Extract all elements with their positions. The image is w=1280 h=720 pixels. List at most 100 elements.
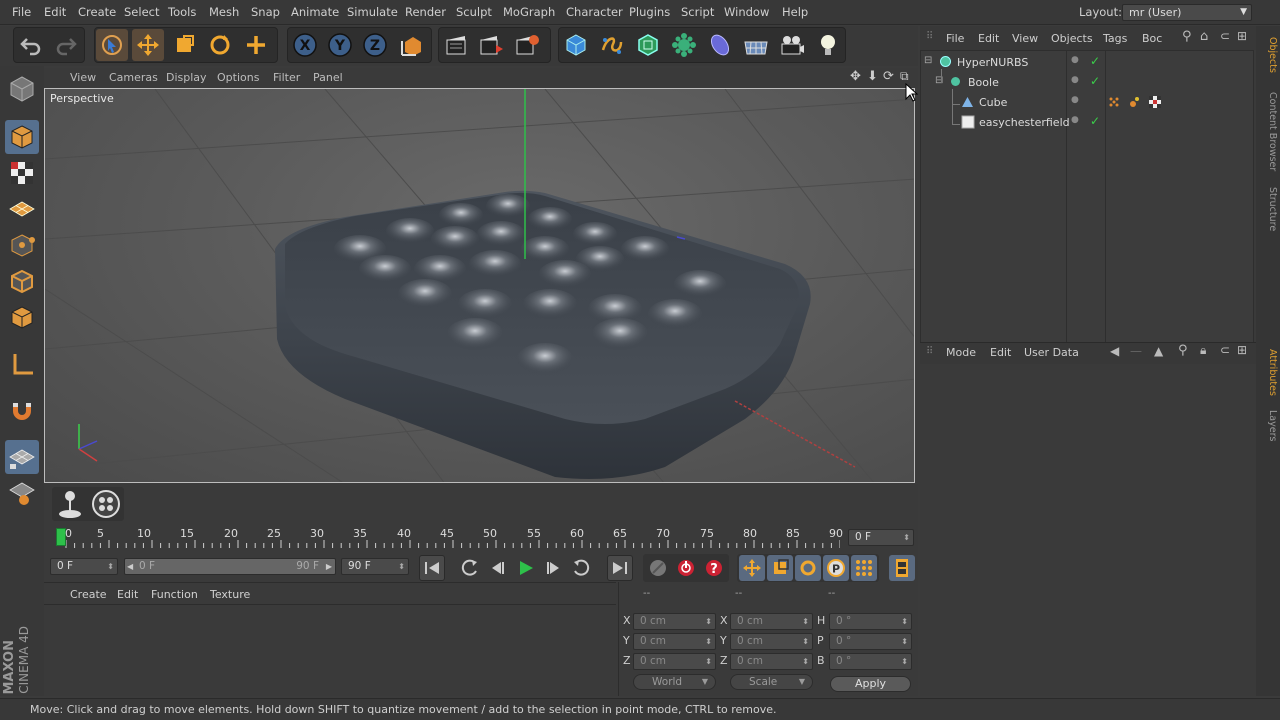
cube-primitive-icon[interactable] bbox=[560, 29, 592, 61]
collapse-icon[interactable]: ⊟ bbox=[924, 55, 932, 66]
key-point-level-icon[interactable] bbox=[851, 555, 877, 581]
viewport-menu-filter[interactable]: Filter bbox=[273, 71, 300, 84]
move-view-icon[interactable]: ✥ bbox=[850, 69, 861, 84]
key-scale-icon[interactable] bbox=[767, 555, 793, 581]
axis-mode-icon[interactable] bbox=[5, 348, 39, 382]
model-mode-icon[interactable] bbox=[5, 120, 39, 154]
texture-mode-icon[interactable] bbox=[5, 156, 39, 190]
previous-frame-icon[interactable] bbox=[484, 555, 510, 581]
key-position-icon[interactable] bbox=[739, 555, 765, 581]
workplane-mode-icon[interactable] bbox=[5, 192, 39, 226]
visibility-dots-icon[interactable]: ● bbox=[1071, 95, 1079, 105]
objects-menu-bookmarks[interactable]: Boc bbox=[1142, 32, 1162, 45]
material-menu-edit[interactable]: Edit bbox=[117, 588, 138, 601]
joystick-icon[interactable] bbox=[54, 487, 86, 521]
cloner-icon[interactable] bbox=[668, 29, 700, 61]
back-arrow-icon[interactable]: ◀ bbox=[1110, 344, 1119, 358]
rotate-tool-icon[interactable] bbox=[204, 29, 236, 61]
camera-icon[interactable] bbox=[776, 29, 808, 61]
z-axis-lock-icon[interactable]: Z bbox=[359, 29, 391, 61]
layout-select[interactable]: mr (User) ▼ bbox=[1122, 4, 1252, 21]
tab-content-browser[interactable]: Content Browser bbox=[1258, 82, 1278, 182]
new-panel-icon[interactable]: ⊞ bbox=[1237, 29, 1247, 43]
frame-range-slider[interactable]: ◀ 0 F 90 F ▶ bbox=[124, 558, 336, 575]
zoom-view-icon[interactable]: ⬇ bbox=[867, 69, 878, 84]
menu-simulate[interactable]: Simulate bbox=[347, 5, 398, 19]
undo-icon[interactable] bbox=[15, 29, 47, 61]
up-arrow-icon[interactable]: ▲ bbox=[1154, 344, 1163, 358]
maximize-view-icon[interactable]: ⧉ bbox=[900, 69, 909, 84]
subdivision-surface-icon[interactable] bbox=[632, 29, 664, 61]
material-menu-texture[interactable]: Texture bbox=[210, 588, 250, 601]
menu-select[interactable]: Select bbox=[124, 5, 159, 19]
visibility-dots-icon[interactable]: ● bbox=[1071, 55, 1079, 65]
size-y-field[interactable]: 0 cm ⬍ bbox=[730, 633, 813, 650]
position-y-field[interactable]: 0 cm ⬍ bbox=[633, 633, 716, 650]
snap-magnet-icon[interactable] bbox=[5, 394, 39, 428]
size-z-field[interactable]: 0 cm ⬍ bbox=[730, 653, 813, 670]
object-row-easychesterfield[interactable]: easychesterfield ● ✓ bbox=[921, 114, 1255, 133]
edges-mode-icon[interactable] bbox=[5, 264, 39, 298]
current-frame-field[interactable]: 0 F ⬍ bbox=[848, 529, 914, 546]
object-row-hypernurbs[interactable]: ⊟ HyperNURBS ● ✓ bbox=[921, 54, 1255, 73]
attributes-menu-user-data[interactable]: User Data bbox=[1024, 346, 1079, 359]
add-tool-icon[interactable] bbox=[240, 29, 272, 61]
move-tool-icon[interactable] bbox=[132, 29, 164, 61]
floor-environment-icon[interactable] bbox=[740, 29, 772, 61]
rotation-h-field[interactable]: 0 ° ⬍ bbox=[829, 613, 912, 630]
objects-menu-view[interactable]: View bbox=[1012, 32, 1038, 45]
render-settings-icon[interactable] bbox=[511, 29, 543, 61]
redo-icon[interactable] bbox=[50, 29, 82, 61]
polygons-mode-icon[interactable] bbox=[5, 300, 39, 334]
go-to-end-icon[interactable] bbox=[607, 555, 633, 581]
menu-create[interactable]: Create bbox=[78, 5, 116, 19]
menu-render[interactable]: Render bbox=[405, 5, 446, 19]
viewport-menu-options[interactable]: Options bbox=[217, 71, 259, 84]
enabled-check-icon[interactable]: ✓ bbox=[1090, 114, 1100, 128]
material-menu-create[interactable]: Create bbox=[70, 588, 107, 601]
make-editable-icon[interactable] bbox=[5, 72, 39, 106]
menu-mograph[interactable]: MoGraph bbox=[503, 5, 555, 19]
objects-menu-edit[interactable]: Edit bbox=[978, 32, 999, 45]
tab-objects[interactable]: Objects bbox=[1258, 30, 1278, 80]
collapse-icon[interactable]: ⊟ bbox=[935, 75, 943, 86]
menu-file[interactable]: File bbox=[12, 5, 31, 19]
menu-window[interactable]: Window bbox=[724, 5, 769, 19]
render-to-picture-viewer-icon[interactable] bbox=[475, 29, 507, 61]
motion-buttons-icon[interactable] bbox=[89, 487, 123, 521]
go-to-start-icon[interactable] bbox=[419, 555, 445, 581]
visibility-dots-icon[interactable]: ● bbox=[1071, 115, 1079, 125]
menu-help[interactable]: Help bbox=[782, 5, 808, 19]
forward-arrow-icon[interactable]: — bbox=[1130, 344, 1142, 358]
visibility-dots-icon[interactable]: ● bbox=[1071, 75, 1079, 85]
live-selection-icon[interactable] bbox=[96, 29, 128, 61]
menu-edit[interactable]: Edit bbox=[44, 5, 66, 19]
size-mode-select[interactable]: Scale ▼ bbox=[730, 674, 813, 690]
tab-layers[interactable]: Layers bbox=[1258, 406, 1278, 446]
scale-tool-icon[interactable] bbox=[168, 29, 200, 61]
points-mode-icon[interactable] bbox=[5, 228, 39, 262]
size-x-field[interactable]: 0 cm ⬍ bbox=[730, 613, 813, 630]
menu-animate[interactable]: Animate bbox=[291, 5, 339, 19]
autokeying-icon[interactable] bbox=[673, 555, 699, 581]
play-icon[interactable] bbox=[513, 555, 539, 581]
link-icon[interactable]: ⊂ bbox=[1220, 343, 1230, 357]
key-parameter-icon[interactable]: P bbox=[823, 555, 849, 581]
x-axis-lock-icon[interactable]: X bbox=[289, 29, 321, 61]
rotate-view-icon[interactable]: ⟳ bbox=[883, 69, 894, 84]
viewport-menu-cameras[interactable]: Cameras bbox=[109, 71, 158, 84]
start-frame-field[interactable]: 0 F ⬍ bbox=[50, 558, 118, 575]
tab-attributes[interactable]: Attributes bbox=[1258, 344, 1278, 400]
position-x-field[interactable]: 0 cm ⬍ bbox=[633, 613, 716, 630]
locked-workplane-icon[interactable] bbox=[5, 476, 39, 510]
menu-sculpt[interactable]: Sculpt bbox=[456, 5, 492, 19]
menu-script[interactable]: Script bbox=[681, 5, 714, 19]
lock-icon[interactable]: 🔒︎ bbox=[1200, 343, 1206, 358]
light-icon[interactable] bbox=[812, 29, 844, 61]
coordinate-system-icon[interactable] bbox=[396, 29, 428, 61]
apply-button[interactable]: Apply bbox=[830, 676, 911, 692]
viewport-menu-panel[interactable]: Panel bbox=[313, 71, 343, 84]
scheme-settings-icon[interactable] bbox=[889, 555, 915, 581]
keyframe-selection-icon[interactable]: ? bbox=[701, 555, 727, 581]
new-panel-icon[interactable]: ⊞ bbox=[1237, 343, 1247, 357]
